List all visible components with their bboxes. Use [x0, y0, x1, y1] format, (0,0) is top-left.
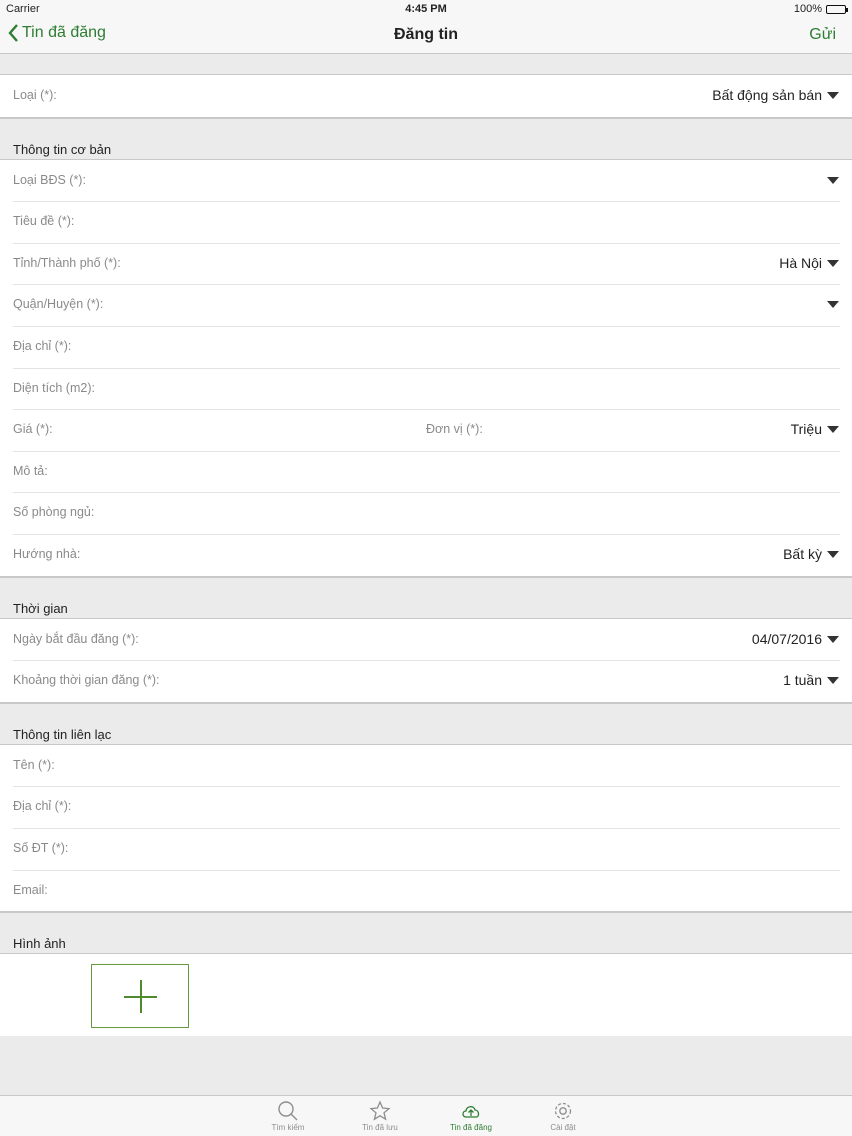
direction-row[interactable]: Hướng nhà: Bất kỳ: [0, 533, 852, 576]
basic-info-group: Loại BĐS (*): Tiêu đề (*): Tỉnh/Thành ph…: [0, 158, 852, 577]
phone-label: Số ĐT (*):: [13, 840, 69, 855]
direction-value: Bất kỳ: [783, 545, 822, 562]
gear-icon: [554, 1102, 572, 1120]
search-icon: [278, 1101, 298, 1121]
listing-type-label: Loại (*):: [13, 88, 57, 102]
section-header-images: Hình ảnh: [0, 912, 852, 953]
tab-settings[interactable]: Cài đặt: [518, 1100, 608, 1132]
contact-group: Tên (*): Địa chỉ (*): Số ĐT (*): Email:: [0, 743, 852, 913]
section-header-basic: Thông tin cơ bản: [0, 117, 852, 159]
email-field[interactable]: Email:: [0, 869, 852, 912]
form-content: Loại (*): Bất động sản bán Thông tin cơ …: [0, 54, 852, 1037]
section-title: Thông tin liên lạc: [13, 726, 112, 742]
name-label: Tên (*):: [13, 757, 55, 772]
section-header-contact: Thông tin liên lạc: [0, 702, 852, 744]
city-row[interactable]: Tỉnh/Thành phố (*): Hà Nội: [0, 242, 852, 285]
district-row[interactable]: Quận/Huyện (*):: [0, 284, 852, 326]
area-label: Diện tích (m2):: [13, 380, 95, 395]
dropdown-arrow-icon[interactable]: [827, 677, 839, 685]
price-row[interactable]: Giá (*): Đơn vị (*): Triệu: [0, 409, 852, 451]
bedrooms-field[interactable]: Số phòng ngủ:: [0, 492, 852, 534]
page-title: Đăng tin: [394, 26, 458, 43]
title-label: Tiêu đề (*):: [13, 214, 75, 229]
phone-field[interactable]: Số ĐT (*):: [0, 827, 852, 870]
add-image-button[interactable]: [91, 964, 189, 1029]
listing-type-value: Bất động sản bán: [712, 87, 822, 103]
section-header-time: Thời gian: [0, 576, 852, 618]
city-value: Hà Nội: [779, 254, 822, 271]
start-date-value: 04/07/2016: [751, 630, 822, 647]
contact-address-label: Địa chỉ (*):: [13, 799, 72, 814]
dropdown-arrow-icon[interactable]: [827, 426, 839, 434]
duration-label: Khoảng thời gian đăng (*):: [13, 673, 160, 688]
send-button[interactable]: Gửi: [809, 26, 836, 44]
tab-saved[interactable]: Tin đã lưu: [335, 1100, 425, 1132]
images-group: [0, 953, 852, 1037]
status-time: 4:45 PM: [405, 3, 447, 15]
tab-label: Tin đã đăng: [450, 1123, 492, 1132]
duration-value: 1 tuần: [783, 672, 822, 689]
name-field[interactable]: Tên (*):: [0, 745, 852, 787]
title-field[interactable]: Tiêu đề (*):: [0, 201, 852, 243]
property-type-row[interactable]: Loại BĐS (*):: [0, 160, 852, 202]
address-field[interactable]: Địa chỉ (*):: [0, 325, 852, 368]
start-date-label: Ngày bắt đầu đăng (*):: [13, 631, 139, 646]
dropdown-arrow-icon[interactable]: [827, 259, 839, 267]
dropdown-arrow-icon[interactable]: [827, 92, 839, 99]
tab-posted[interactable]: Tin đã đăng: [426, 1100, 516, 1132]
district-label: Quận/Huyện (*):: [13, 297, 104, 312]
cloud-upload-icon: [462, 1106, 480, 1118]
battery-percent: 100%: [793, 3, 822, 15]
star-icon: [369, 1100, 391, 1121]
tab-label: Cài đặt: [550, 1123, 576, 1132]
description-label: Mô tả:: [13, 463, 48, 478]
unit-value: Triệu: [790, 421, 822, 438]
property-type-label: Loại BĐS (*):: [13, 172, 86, 187]
email-label: Email:: [13, 882, 48, 897]
section-title: Hình ảnh: [13, 936, 66, 952]
tab-search[interactable]: Tìm kiếm: [243, 1100, 333, 1132]
listing-type-row[interactable]: Loại (*): Bất động sản bán: [0, 75, 852, 117]
type-group: Loại (*): Bất động sản bán: [0, 74, 852, 118]
address-label: Địa chỉ (*):: [13, 338, 72, 353]
dropdown-arrow-icon[interactable]: [827, 635, 839, 643]
status-bar: Carrier 4:45 PM 100%: [0, 0, 852, 18]
tab-label: Tin đã lưu: [362, 1123, 398, 1132]
bedrooms-label: Số phòng ngủ:: [13, 505, 95, 520]
tab-bar: Tìm kiếm Tin đã lưu Tin đã đăng Cài đặt: [0, 1095, 852, 1136]
price-label: Giá (*):: [13, 422, 53, 437]
unit-label: Đơn vị (*):: [426, 422, 483, 437]
section-title: Thông tin cơ bản: [13, 141, 112, 157]
battery-icon: [826, 4, 848, 14]
start-date-row[interactable]: Ngày bắt đầu đăng (*): 04/07/2016: [0, 619, 852, 661]
area-field[interactable]: Diện tích (m2):: [0, 367, 852, 410]
dropdown-arrow-icon[interactable]: [827, 550, 839, 558]
contact-address-field[interactable]: Địa chỉ (*):: [0, 786, 852, 828]
tab-label: Tìm kiếm: [271, 1123, 305, 1132]
description-field[interactable]: Mô tả:: [0, 450, 852, 493]
dropdown-arrow-icon[interactable]: [827, 301, 839, 309]
city-label: Tỉnh/Thành phố (*):: [13, 255, 121, 270]
navigation-bar: Tin đã đăng Đăng tin Gửi: [0, 18, 852, 54]
time-group: Ngày bắt đầu đăng (*): 04/07/2016 Khoảng…: [0, 617, 852, 703]
dropdown-arrow-icon[interactable]: [827, 176, 839, 184]
status-right: 100%: [793, 3, 848, 15]
duration-row[interactable]: Khoảng thời gian đăng (*): 1 tuần: [0, 660, 852, 702]
section-title: Thời gian: [13, 600, 68, 616]
direction-label: Hướng nhà:: [13, 546, 81, 561]
